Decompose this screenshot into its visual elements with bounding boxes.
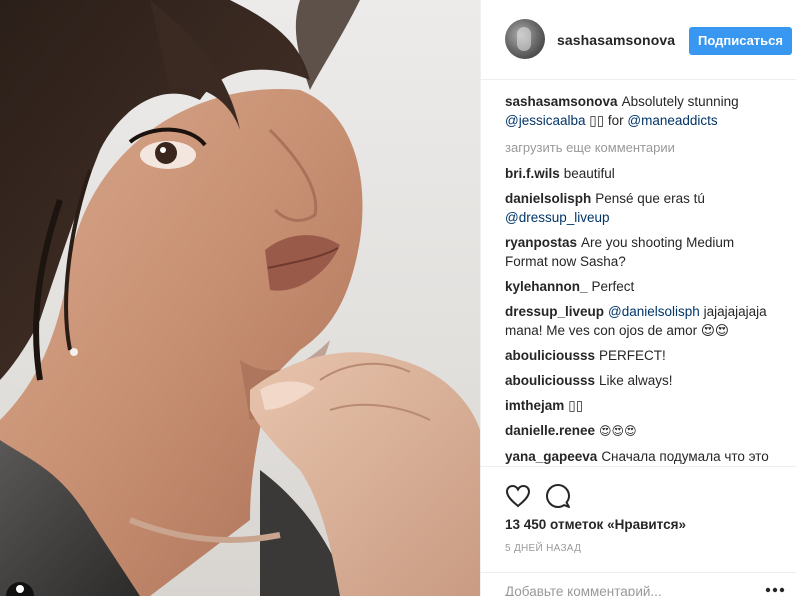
comment-username[interactable]: abouliciousss (505, 373, 595, 388)
caption-text: Absolutely stunning (621, 94, 739, 109)
more-options-icon[interactable] (765, 587, 785, 593)
comment-text: Pensé que eras tú (595, 191, 705, 206)
follow-button[interactable]: Подписаться (689, 27, 792, 55)
author-username[interactable]: sashasamsonova (557, 32, 675, 48)
heart-icon[interactable] (505, 484, 531, 508)
comment-row: abouliciousss Like always! (505, 371, 775, 390)
post-time[interactable]: 5 ДНЕЙ НАЗАД (505, 543, 581, 554)
comment-row: kylehannon_ Perfect (505, 277, 775, 296)
avatar[interactable] (505, 19, 545, 59)
instagram-post: sashasamsonova Подписаться sashasamsonov… (0, 0, 796, 596)
comment-username[interactable]: danielle.renee (505, 423, 595, 438)
comment-row: dressup_liveup @danielsolisph jajajajajaj… (505, 302, 775, 340)
comment-text: ▯▯ (568, 398, 584, 413)
comment-row: imthejam ▯▯ (505, 396, 775, 415)
post-header: sashasamsonova Подписаться (481, 0, 796, 80)
comment-text: PERFECT! (599, 348, 666, 363)
post-actions: 13 450 отметок «Нравится» 5 ДНЕЙ НАЗАД (481, 466, 796, 584)
comments-list[interactable]: sashasamsonova Absolutely stunning @jessi… (505, 90, 775, 466)
comment-username[interactable]: danielsolisph (505, 191, 591, 206)
comment-username[interactable]: yana_gapeeva (505, 449, 597, 464)
add-comment-bar (481, 572, 796, 596)
comment-icon[interactable] (545, 483, 571, 509)
portrait-illustration (0, 0, 480, 596)
comment-mention[interactable]: @danielsolisph (608, 304, 700, 319)
post-photo[interactable] (0, 0, 480, 596)
caption-mention-1[interactable]: @jessicaalba (505, 113, 586, 128)
comment-text: 😍😍😍 (599, 424, 637, 438)
caption: sashasamsonova Absolutely stunning @jessi… (505, 92, 775, 130)
comment-username[interactable]: dressup_liveup (505, 304, 604, 319)
comment-text: Perfect (591, 279, 635, 294)
post-side-panel: sashasamsonova Подписаться sashasamsonov… (480, 0, 796, 596)
caption-emoji: ▯▯ (589, 113, 605, 128)
caption-username[interactable]: sashasamsonova (505, 94, 618, 109)
comment-row: danielsolisph Pensé que eras tú @dressup_… (505, 189, 775, 227)
caption-word: for (607, 113, 624, 128)
comment-username[interactable]: abouliciousss (505, 348, 595, 363)
comment-text: beautiful (563, 166, 615, 181)
comment-row: ryanpostas Are you shooting Medium Format… (505, 233, 775, 271)
add-comment-input[interactable] (505, 581, 745, 596)
comment-username[interactable]: bri.f.wils (505, 166, 560, 181)
comment-username[interactable]: imthejam (505, 398, 564, 413)
comment-row: yana_gapeevaСначала подумала что это Сер… (505, 447, 775, 466)
comment-row: bri.f.wils beautiful (505, 164, 775, 183)
comment-row: abouliciousss PERFECT! (505, 346, 775, 365)
likes-count[interactable]: 13 450 отметок «Нравится» (505, 517, 686, 532)
comment-row: danielle.renee 😍😍😍 (505, 421, 775, 441)
comment-username[interactable]: kylehannon_ (505, 279, 588, 294)
comment-mention[interactable]: @dressup_liveup (505, 210, 610, 225)
comment-username[interactable]: ryanpostas (505, 235, 577, 250)
load-more-comments-link[interactable]: загрузить еще комментарии (505, 138, 775, 157)
caption-mention-2[interactable]: @maneaddicts (627, 113, 717, 128)
comment-text: Like always! (599, 373, 673, 388)
